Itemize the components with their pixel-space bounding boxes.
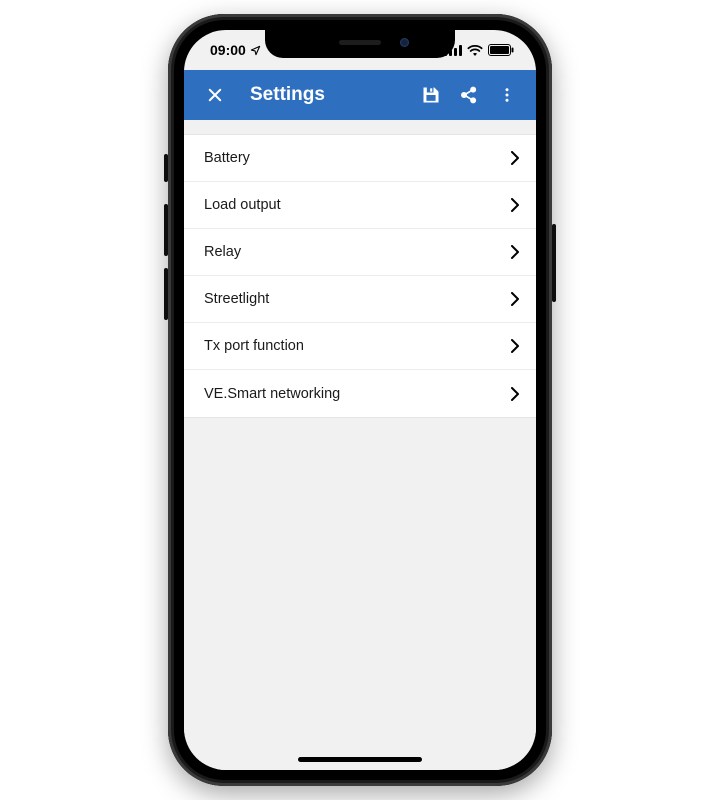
side-button-volume-dn bbox=[164, 268, 168, 320]
chevron-right-icon bbox=[510, 245, 520, 259]
chevron-right-icon bbox=[510, 387, 520, 401]
app-bar: Settings bbox=[184, 70, 536, 120]
row-label: Streetlight bbox=[204, 291, 269, 307]
share-icon bbox=[459, 85, 479, 105]
close-button[interactable] bbox=[196, 76, 234, 114]
chevron-right-icon bbox=[510, 339, 520, 353]
settings-row-load-output[interactable]: Load output bbox=[184, 182, 536, 229]
save-icon bbox=[421, 85, 441, 105]
settings-row-tx-port[interactable]: Tx port function bbox=[184, 323, 536, 370]
settings-row-vesmart[interactable]: VE.Smart networking bbox=[184, 370, 536, 417]
location-icon bbox=[250, 45, 261, 56]
row-label: Load output bbox=[204, 197, 281, 213]
phone-frame: 09:00 bbox=[168, 14, 552, 786]
row-label: VE.Smart networking bbox=[204, 386, 340, 402]
row-label: Relay bbox=[204, 244, 241, 260]
row-label: Tx port function bbox=[204, 338, 304, 354]
settings-list: Battery Load output Rela bbox=[184, 134, 536, 418]
chevron-right-icon bbox=[510, 198, 520, 212]
phone-screen: 09:00 bbox=[184, 30, 536, 770]
chevron-right-icon bbox=[510, 292, 520, 306]
overflow-button[interactable] bbox=[488, 76, 526, 114]
share-button[interactable] bbox=[450, 76, 488, 114]
battery-icon bbox=[488, 44, 514, 56]
status-time: 09:00 bbox=[210, 42, 246, 58]
row-label: Battery bbox=[204, 150, 250, 166]
close-icon bbox=[206, 86, 224, 104]
more-vertical-icon bbox=[498, 86, 516, 104]
phone-notch bbox=[265, 30, 455, 58]
content-area: Battery Load output Rela bbox=[184, 120, 536, 770]
settings-row-relay[interactable]: Relay bbox=[184, 229, 536, 276]
side-button-right bbox=[552, 224, 556, 302]
page-title: Settings bbox=[234, 84, 412, 106]
side-button-volume-up bbox=[164, 204, 168, 256]
side-button-mute bbox=[164, 154, 168, 182]
home-indicator[interactable] bbox=[298, 757, 422, 762]
settings-row-battery[interactable]: Battery bbox=[184, 135, 536, 182]
chevron-right-icon bbox=[510, 151, 520, 165]
wifi-icon bbox=[467, 44, 483, 56]
settings-row-streetlight[interactable]: Streetlight bbox=[184, 276, 536, 323]
save-button[interactable] bbox=[412, 76, 450, 114]
